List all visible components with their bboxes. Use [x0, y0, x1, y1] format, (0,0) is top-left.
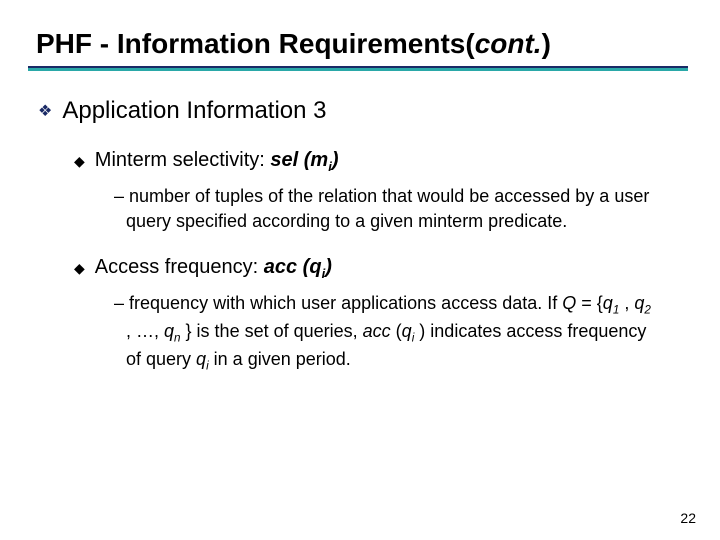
title-rule — [28, 66, 688, 71]
item1-label: Minterm selectivity: sel (mi) — [95, 149, 339, 174]
Q: Q — [562, 293, 576, 313]
q2v: q — [634, 293, 644, 313]
slide: PHF - Information Requirements(cont.) ❖ … — [0, 0, 720, 375]
po2: ( — [391, 321, 402, 341]
c1: , — [619, 293, 634, 313]
eq: = { — [576, 293, 603, 313]
item2-desc: – frequency with which user applications… — [114, 291, 654, 375]
dash-icon: – — [114, 293, 129, 313]
bullet-lvl1: ❖ Application Information 3 — [38, 97, 684, 127]
qlv: q — [196, 349, 206, 369]
item1-var: m — [310, 149, 328, 171]
page-number: 22 — [680, 510, 696, 526]
slide-title: PHF - Information Requirements(cont.) — [36, 28, 684, 60]
title-cont: cont. — [475, 28, 542, 59]
c2: , …, — [126, 321, 164, 341]
q1v: q — [603, 293, 613, 313]
diamond-bullet-icon: ❖ — [38, 97, 52, 127]
item1-desc: – number of tuples of the relation that … — [114, 184, 654, 234]
item1-po: ( — [298, 149, 310, 171]
title-main: PHF - Information Requirements( — [36, 28, 475, 59]
bullet-lvl2-item1: ◆ Minterm selectivity: sel (mi) — [74, 149, 684, 174]
d1: frequency with which user applications a… — [129, 293, 562, 313]
item1-sel: sel — [270, 149, 298, 171]
acc2: acc — [363, 321, 391, 341]
item2-pre: Access frequency: — [95, 256, 264, 278]
item1-pre: Minterm selectivity: — [95, 149, 271, 171]
q2s: 2 — [644, 304, 651, 317]
item2-var: q — [309, 256, 321, 278]
qnv: q — [164, 321, 174, 341]
qiv: q — [402, 321, 412, 341]
square-bullet-icon: ◆ — [74, 256, 85, 281]
c3: } is the set of queries, — [181, 321, 363, 341]
bullet-lvl2-item2: ◆ Access frequency: acc (qi) — [74, 256, 684, 281]
item2-label: Access frequency: acc (qi) — [95, 256, 332, 281]
tail: in a given period. — [209, 349, 351, 369]
square-bullet-icon: ◆ — [74, 149, 85, 174]
item1-pc: ) — [332, 149, 339, 171]
lvl1-text: Application Information 3 — [62, 97, 326, 127]
title-tail: ) — [542, 28, 551, 59]
item2-acc: acc — [264, 256, 297, 278]
item2-po: ( — [297, 256, 309, 278]
item1-desc-text: number of tuples of the relation that wo… — [126, 186, 649, 231]
item2-pc: ) — [325, 256, 332, 278]
dash-icon: – — [114, 186, 129, 206]
